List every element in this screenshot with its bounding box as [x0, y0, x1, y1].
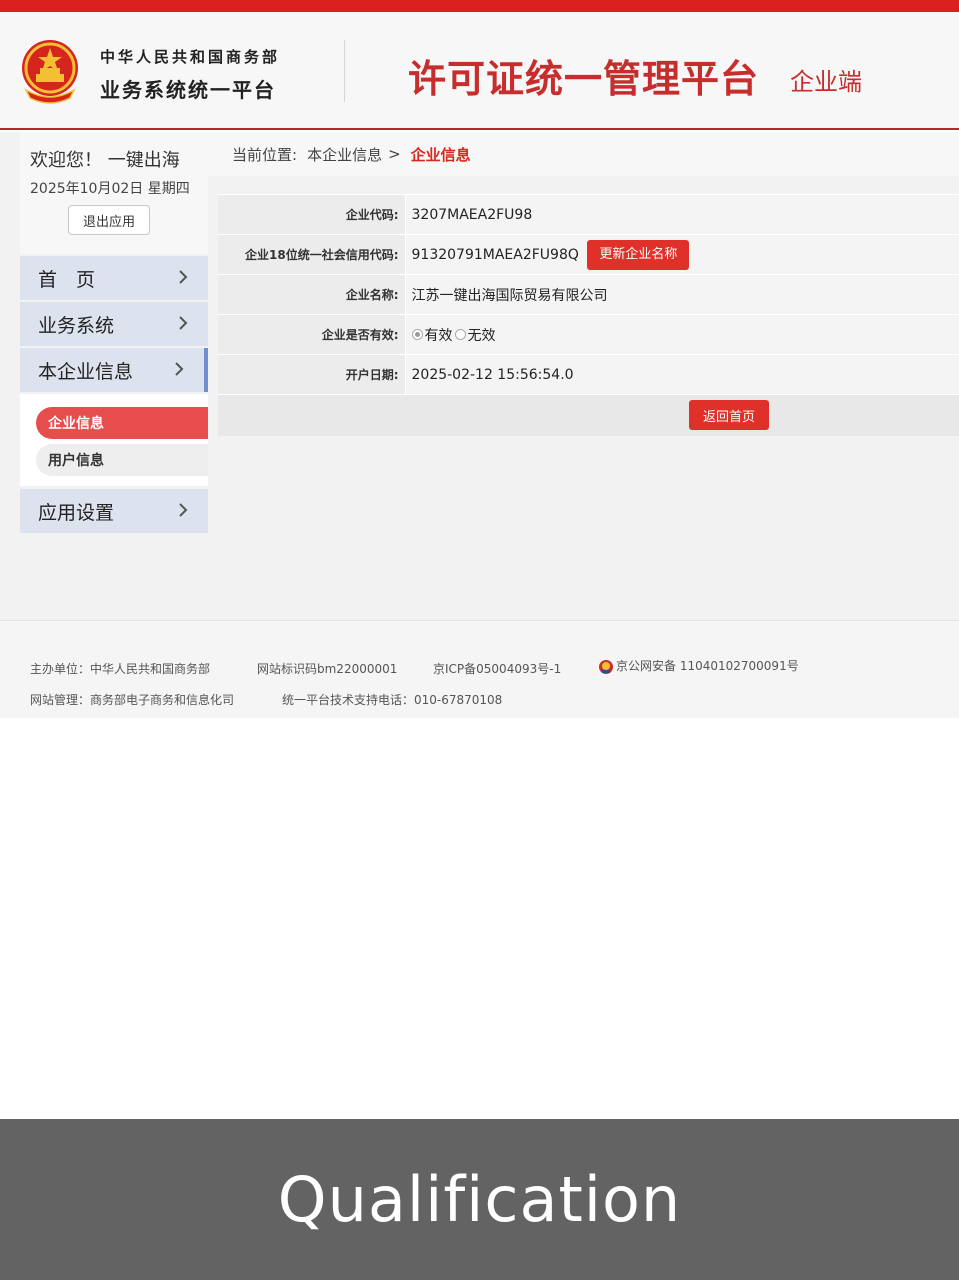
breadcrumb-prefix: 当前位置: [232, 145, 298, 164]
breadcrumb: 当前位置: 本企业信息 > 企业信息 [208, 132, 959, 176]
police-badge-icon [599, 659, 613, 674]
back-home-button[interactable]: 返回首页 [689, 400, 769, 430]
subnav-item-enterprise-info[interactable]: 企业信息 [36, 407, 208, 439]
welcome-text: 欢迎您！ 一键出海 [30, 150, 180, 171]
field-label: 企业18位统一社会信用代码: [218, 234, 406, 275]
qualification-banner: Qualification [0, 1119, 959, 1280]
sidebar-item-home[interactable]: 首 页 [20, 256, 208, 300]
credit-code-cell: 91320791MAEA2FU98Q 更新企业名称 [405, 234, 959, 275]
footer-site-id: 网站标识码bm22000001 [257, 662, 398, 676]
open-date-value: 2025-02-12 15:56:54.0 [405, 354, 959, 395]
chevron-right-icon [179, 270, 188, 284]
footer-police-text: 京公网安备 11040102700091号 [616, 659, 799, 673]
org-name: 中华人民共和国商务部 [100, 48, 281, 66]
field-label: 企业名称: [218, 274, 406, 315]
breadcrumb-current: 企业信息 [410, 145, 471, 164]
footer-host: 主办单位：中华人民共和国商务部 [30, 662, 211, 676]
field-label: 企业代码: [218, 194, 406, 235]
sidebar-item-enterprise-info[interactable]: 本企业信息 [20, 348, 208, 392]
footer-icp[interactable]: 京ICP备05004093号-1 [433, 660, 561, 677]
sidebar-item-app-settings[interactable]: 应用设置 [20, 489, 208, 533]
chevron-right-icon [179, 503, 188, 517]
site-header: 中华人民共和国商务部 业务系统统一平台 许可证统一管理平台 企业端 [0, 12, 959, 130]
sidebar-item-label: 首 页 [38, 268, 96, 291]
footer-manager: 网站管理：商务部电子商务和信息化司 [30, 693, 235, 707]
validity-cell: 有效 无效 [405, 314, 959, 355]
sidebar-item-business[interactable]: 业务系统 [20, 302, 208, 346]
platform-subtitle: 企业端 [790, 68, 862, 96]
radio-invalid[interactable] [454, 329, 466, 340]
header-divider [344, 40, 345, 102]
breadcrumb-separator: > [388, 145, 401, 163]
site-footer: 主办单位：中华人民共和国商务部 网站标识码bm22000001 京ICP备050… [0, 620, 959, 718]
enterprise-name-value: 江苏一键出海国际贸易有限公司 [405, 274, 959, 315]
credit-code-value: 91320791MAEA2FU98Q [411, 246, 579, 263]
welcome-panel: 欢迎您！ 一键出海 2025年10月02日 星期四 退出应用 [20, 132, 208, 254]
table-row: 企业18位统一社会信用代码: 91320791MAEA2FU98Q 更新企业名称 [218, 234, 959, 275]
top-red-bar [0, 0, 959, 12]
enterprise-info-panel: 企业代码: 3207MAEA2FU98 企业18位统一社会信用代码: 91320… [218, 194, 959, 436]
chevron-right-icon [175, 362, 184, 376]
subnav-item-user-info[interactable]: 用户信息 [36, 444, 208, 476]
enterprise-code-value: 3207MAEA2FU98 [405, 194, 959, 235]
update-enterprise-name-button[interactable]: 更新企业名称 [587, 239, 690, 270]
table-row: 企业代码: 3207MAEA2FU98 [218, 194, 959, 235]
field-label: 企业是否有效: [218, 314, 406, 355]
breadcrumb-parent[interactable]: 本企业信息 [307, 144, 382, 165]
sidebar-item-label: 应用设置 [38, 501, 115, 524]
banner-text: Qualification [277, 1163, 682, 1236]
footer-police-record[interactable]: 京公网安备 11040102700091号 [598, 657, 799, 675]
enterprise-subnav: 企业信息 用户信息 [20, 394, 208, 486]
table-row: 企业是否有效: 有效 无效 [218, 314, 959, 355]
footer-support: 统一平台技术支持电话：010-67870108 [282, 693, 503, 707]
platform-title: 许可证统一管理平台 [408, 57, 760, 101]
logout-button[interactable]: 退出应用 [68, 205, 150, 235]
chevron-right-icon [179, 316, 188, 330]
org-platform: 业务系统统一平台 [100, 78, 276, 102]
sidebar-item-label: 业务系统 [38, 314, 115, 337]
sidebar: 欢迎您！ 一键出海 2025年10月02日 星期四 退出应用 首 页 业务系统 … [20, 132, 208, 536]
national-emblem-icon [22, 40, 78, 104]
radio-valid[interactable] [411, 329, 423, 340]
enterprise-info-table: 企业代码: 3207MAEA2FU98 企业18位统一社会信用代码: 91320… [218, 194, 959, 395]
sidebar-item-label: 本企业信息 [38, 360, 134, 383]
radio-valid-label: 有效 [424, 327, 453, 344]
welcome-date: 2025年10月02日 星期四 [30, 181, 190, 197]
field-label: 开户日期: [218, 354, 406, 395]
main-area: 欢迎您！ 一键出海 2025年10月02日 星期四 退出应用 首 页 业务系统 … [0, 132, 959, 620]
table-row: 企业名称: 江苏一键出海国际贸易有限公司 [218, 274, 959, 315]
table-row: 开户日期: 2025-02-12 15:56:54.0 [218, 354, 959, 395]
radio-invalid-label: 无效 [467, 327, 496, 344]
